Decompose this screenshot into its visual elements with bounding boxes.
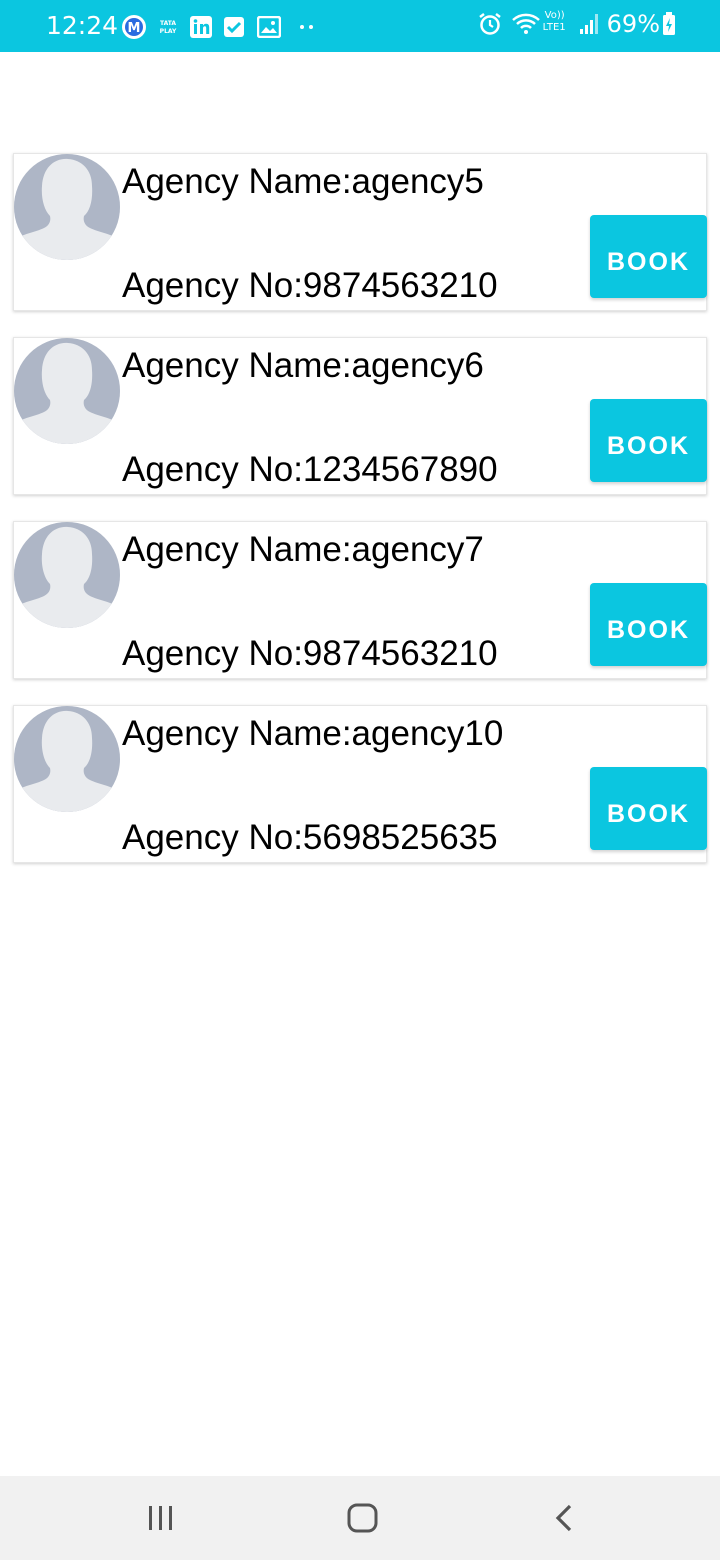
- agency-name: Agency Name:agency10: [122, 714, 504, 753]
- back-icon[interactable]: [552, 1502, 576, 1539]
- avatar: [14, 706, 120, 812]
- status-bar: 12:24 M TATA PLAY Vo)) LTE1 69%: [0, 0, 720, 52]
- avatar: [14, 154, 120, 260]
- home-icon[interactable]: [346, 1502, 380, 1539]
- agency-name: Agency Name:agency7: [122, 530, 484, 569]
- book-button[interactable]: BOOK: [590, 399, 707, 482]
- book-button[interactable]: BOOK: [590, 215, 707, 298]
- navigation-bar: [0, 1476, 720, 1560]
- status-time: 12:24: [46, 11, 119, 40]
- book-button[interactable]: BOOK: [590, 767, 707, 850]
- book-button[interactable]: BOOK: [590, 583, 707, 666]
- notification-icons: M TATA PLAY: [121, 14, 315, 40]
- svg-text:TATA: TATA: [160, 20, 176, 27]
- agency-name: Agency Name:agency6: [122, 346, 484, 385]
- check-icon: [223, 16, 245, 38]
- person-placeholder-icon: [14, 154, 120, 260]
- image-icon: [257, 16, 281, 38]
- linkedin-icon: [189, 15, 213, 39]
- more-dots-icon: [299, 23, 315, 31]
- m-app-icon: M: [121, 14, 147, 40]
- agency-card[interactable]: Agency Name:agency7 Agency No:9874563210…: [13, 521, 707, 679]
- agency-number: Agency No:9874563210: [122, 634, 498, 673]
- wifi-icon: [511, 12, 541, 36]
- lte-label: LTE1: [542, 22, 566, 33]
- person-placeholder-icon: [14, 522, 120, 628]
- recent-apps-icon[interactable]: [146, 1502, 176, 1539]
- person-placeholder-icon: [14, 706, 120, 812]
- volte-signal-icon: Vo)) LTE1: [543, 10, 599, 38]
- avatar: [14, 522, 120, 628]
- tata-play-icon: TATA PLAY: [157, 16, 179, 38]
- agency-number: Agency No:9874563210: [122, 266, 498, 305]
- agency-card[interactable]: Agency Name:agency10 Agency No:569852563…: [13, 705, 707, 863]
- agency-number: Agency No:1234567890: [122, 450, 498, 489]
- battery-percent: 69%: [606, 10, 660, 38]
- avatar: [14, 338, 120, 444]
- svg-text:M: M: [128, 21, 141, 36]
- system-icons: Vo)) LTE1 69%: [477, 10, 676, 38]
- agency-name: Agency Name:agency5: [122, 162, 484, 201]
- alarm-icon: [477, 11, 503, 37]
- agency-card[interactable]: Agency Name:agency6 Agency No:1234567890…: [13, 337, 707, 495]
- agency-number: Agency No:5698525635: [122, 818, 498, 857]
- agency-card[interactable]: Agency Name:agency5 Agency No:9874563210…: [13, 153, 707, 311]
- battery-icon: [662, 12, 676, 36]
- volte-label: Vo)): [544, 10, 565, 21]
- svg-text:PLAY: PLAY: [160, 28, 177, 35]
- person-placeholder-icon: [14, 338, 120, 444]
